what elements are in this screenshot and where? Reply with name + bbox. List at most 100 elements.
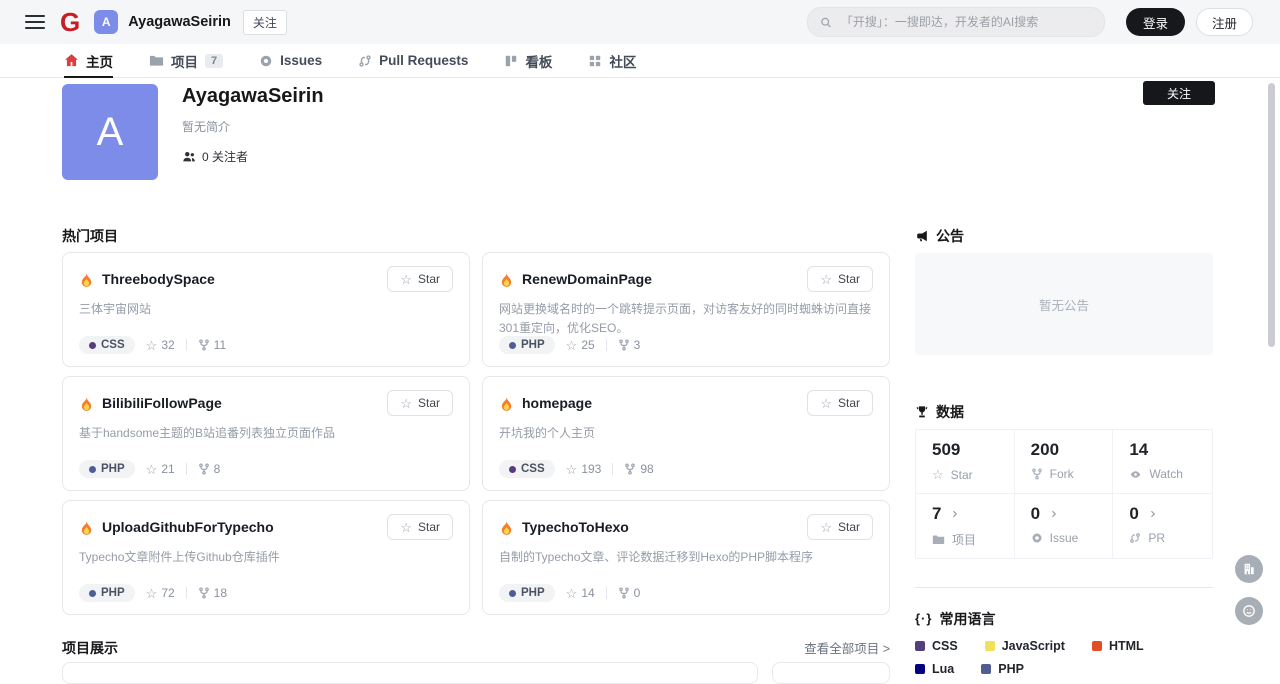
star-icon: ☆: [820, 273, 832, 286]
divider: [186, 587, 187, 599]
stats-grid: 509 ☆Star 200 Fork 14 Watch 7 项目 0 Issue…: [915, 429, 1213, 559]
fork-icon: [198, 463, 210, 475]
star-count[interactable]: ☆25: [566, 338, 595, 352]
followers-text: 0 关注者: [202, 148, 248, 165]
language-dot: [509, 466, 516, 473]
star-count[interactable]: ☆193: [566, 462, 602, 476]
language-color-swatch: [915, 641, 925, 651]
fork-count[interactable]: 18: [198, 586, 227, 600]
project-name[interactable]: homepage: [522, 395, 592, 411]
popular-projects-section: 热门项目 ThreebodySpace ☆Star 三体宇宙网站 CSS ☆32…: [62, 228, 890, 615]
star-button[interactable]: ☆Star: [807, 514, 873, 540]
project-name[interactable]: ThreebodySpace: [102, 271, 215, 287]
search-bar[interactable]: [807, 7, 1105, 37]
project-meta: PHP ☆21 8: [79, 460, 453, 478]
fork-count[interactable]: 0: [618, 586, 641, 600]
project-showcase-section: 项目展示 查看全部项目 >: [62, 638, 890, 657]
profile-nav: 主页 项目 7 Issues Pull Requests 看板 社区: [0, 44, 1280, 78]
star-count[interactable]: ☆32: [146, 338, 175, 352]
gitee-logo-icon[interactable]: G: [60, 9, 80, 35]
star-count[interactable]: ☆14: [566, 586, 595, 600]
star-icon: ☆: [400, 397, 412, 410]
flame-icon: [499, 272, 514, 287]
search-icon: [820, 16, 832, 29]
language-item[interactable]: HTML: [1092, 639, 1144, 653]
star-count[interactable]: ☆72: [146, 586, 175, 600]
project-name[interactable]: RenewDomainPage: [522, 271, 652, 287]
stat-projects[interactable]: 7 项目: [916, 494, 1015, 558]
star-button[interactable]: ☆Star: [387, 514, 453, 540]
language-color-swatch: [981, 664, 991, 674]
announcement-empty-box: 暂无公告: [915, 253, 1213, 355]
stat-issues[interactable]: 0 Issue: [1015, 494, 1114, 558]
pull-request-icon: [1129, 532, 1141, 544]
stat-prs[interactable]: 0 PR: [1113, 494, 1212, 558]
sidebar: 公告 暂无公告 数据 509 ☆Star 200 Fork 14 Watch 7: [915, 228, 1213, 676]
project-name[interactable]: BilibiliFollowPage: [102, 395, 222, 411]
followers-link[interactable]: 0 关注者: [182, 148, 324, 165]
fork-count[interactable]: 98: [624, 462, 653, 476]
flame-icon: [79, 520, 94, 535]
profile-avatar: A: [62, 84, 158, 180]
star-button[interactable]: ☆Star: [387, 390, 453, 416]
search-input[interactable]: [839, 14, 1092, 30]
tab-community[interactable]: 社区: [588, 44, 636, 77]
star-button[interactable]: ☆Star: [387, 266, 453, 292]
project-meta: PHP ☆72 18: [79, 584, 453, 602]
showcase-filter-box: [772, 662, 890, 684]
follow-button-small[interactable]: 关注: [243, 10, 287, 35]
view-all-projects-link[interactable]: 查看全部项目 >: [804, 638, 890, 657]
menu-icon[interactable]: [25, 15, 45, 29]
project-description: 基于handsome主题的B站追番列表独立页面作品: [79, 424, 453, 460]
language-badge: PHP: [499, 584, 555, 602]
smiley-icon: [1241, 603, 1257, 619]
language-item[interactable]: JavaScript: [985, 639, 1065, 653]
star-icon: ☆: [932, 467, 944, 483]
project-description: Typecho文章附件上传Github仓库插件: [79, 548, 453, 584]
fork-icon: [618, 587, 630, 599]
project-card: ThreebodySpace ☆Star 三体宇宙网站 CSS ☆32 11: [62, 252, 470, 367]
project-name[interactable]: TypechoToHexo: [522, 519, 629, 535]
tab-home[interactable]: 主页: [64, 44, 113, 77]
star-button[interactable]: ☆Star: [807, 266, 873, 292]
folder-icon: [149, 53, 164, 68]
projects-count-badge: 7: [205, 54, 223, 68]
enterprise-float-button[interactable]: [1235, 555, 1263, 583]
login-button[interactable]: 登录: [1126, 8, 1185, 36]
register-button[interactable]: 注册: [1196, 8, 1253, 36]
chevron-right-icon: [1148, 509, 1158, 519]
language-item[interactable]: CSS: [915, 639, 958, 653]
header-username[interactable]: AyagawaSeirin: [128, 14, 231, 30]
tab-kanban[interactable]: 看板: [504, 44, 552, 77]
divider: [915, 587, 1213, 588]
avatar[interactable]: A: [94, 10, 118, 34]
tab-pull-requests[interactable]: Pull Requests: [358, 44, 468, 77]
follow-button[interactable]: 关注: [1143, 81, 1215, 105]
project-description: 网站更换域名时的一个跳转提示页面，对访客友好的同时蜘蛛访问直接301重定向，优化…: [499, 300, 873, 336]
project-card: homepage ☆Star 开坑我的个人主页 CSS ☆193 98: [482, 376, 890, 491]
fork-count[interactable]: 3: [618, 338, 641, 352]
star-count[interactable]: ☆21: [146, 462, 175, 476]
project-name[interactable]: UploadGithubForTypecho: [102, 519, 274, 535]
tab-issues[interactable]: Issues: [259, 44, 322, 77]
star-icon: ☆: [566, 587, 578, 600]
project-description: 自制的Typecho文章、评论数据迁移到Hexo的PHP脚本程序: [499, 548, 873, 584]
tab-projects[interactable]: 项目 7: [149, 44, 223, 77]
announcement-header: 公告: [915, 228, 1213, 244]
fork-count[interactable]: 8: [198, 462, 221, 476]
divider: [186, 463, 187, 475]
scrollbar[interactable]: [1268, 83, 1275, 347]
star-icon: ☆: [400, 521, 412, 534]
star-icon: ☆: [820, 397, 832, 410]
star-icon: ☆: [820, 521, 832, 534]
star-button[interactable]: ☆Star: [807, 390, 873, 416]
profile-bio: 暂无简介: [182, 118, 324, 135]
fork-count[interactable]: 11: [198, 338, 226, 352]
announcement-empty-text: 暂无公告: [1039, 295, 1089, 314]
feedback-float-button[interactable]: [1235, 597, 1263, 625]
divider: [606, 339, 607, 351]
language-color-swatch: [915, 664, 925, 674]
project-meta: CSS ☆193 98: [499, 460, 873, 478]
popular-projects-title: 热门项目: [62, 228, 890, 244]
languages-header: {·} 常用语言: [915, 611, 1213, 627]
